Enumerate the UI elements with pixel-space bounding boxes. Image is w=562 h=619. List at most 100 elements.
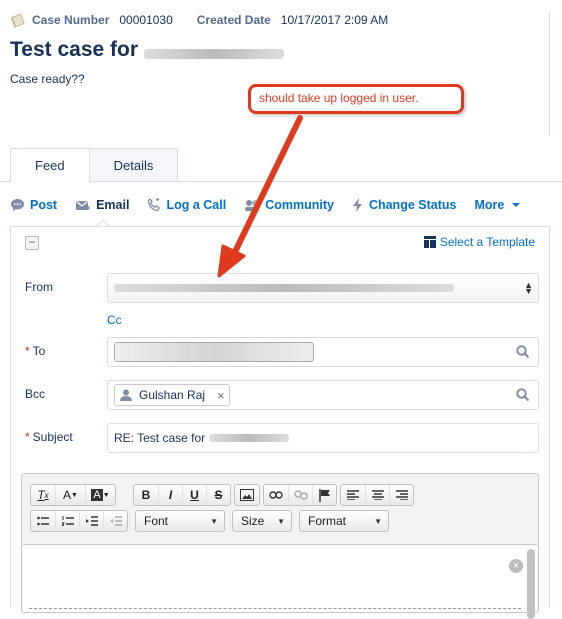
indent-icon[interactable] bbox=[79, 511, 103, 531]
recipient-name: Gulshan Raj bbox=[139, 388, 206, 402]
post-action[interactable]: Post bbox=[10, 198, 57, 212]
envelope-icon bbox=[76, 200, 91, 210]
size-dropdown[interactable]: Size ▼ bbox=[232, 510, 292, 532]
post-label: Post bbox=[30, 198, 58, 212]
close-icon[interactable]: × bbox=[509, 559, 523, 573]
chevron-down-icon: ▼ bbox=[277, 516, 285, 526]
unlink-icon[interactable] bbox=[288, 485, 312, 505]
strikethrough-icon[interactable]: S bbox=[206, 485, 230, 505]
tab-bar: Feed Details bbox=[10, 148, 179, 182]
chevron-down-icon: ▼ bbox=[210, 516, 218, 526]
log-call-label: Log a Call bbox=[166, 198, 227, 212]
font-dropdown[interactable]: Font ▼ bbox=[135, 510, 225, 532]
chat-icon bbox=[11, 199, 24, 211]
email-action[interactable]: Email bbox=[75, 198, 129, 212]
quote-divider bbox=[29, 608, 521, 610]
case-meta: Case Number 00001030 Created Date 10/17/… bbox=[10, 12, 412, 28]
community-label: Community bbox=[265, 198, 334, 212]
font-style-group: B I U S bbox=[133, 484, 231, 506]
chevron-down-icon bbox=[512, 203, 521, 207]
rich-text-editor: Tx A ▼ A ▼ B I U S Font ▼ Size ▼ Format … bbox=[21, 473, 539, 619]
select-arrows-icon: ▲ ▼ bbox=[524, 280, 533, 296]
publisher-actions: Post Email Log a Call Community Change S… bbox=[10, 198, 545, 212]
change-status-label: Change Status bbox=[368, 198, 457, 212]
numbered-list-icon[interactable] bbox=[55, 511, 79, 531]
phone-icon bbox=[148, 198, 161, 212]
remove-recipient-icon[interactable]: × bbox=[217, 388, 225, 403]
redacted-text bbox=[209, 434, 290, 442]
required-marker: * bbox=[25, 344, 30, 358]
page-title: Test case for bbox=[10, 38, 284, 62]
change-status-action[interactable]: Change Status bbox=[352, 198, 457, 212]
italic-icon[interactable]: I bbox=[158, 485, 182, 505]
underline-icon[interactable]: U bbox=[182, 485, 206, 505]
case-icon bbox=[10, 13, 25, 28]
redacted-text bbox=[144, 49, 284, 59]
editor-body[interactable]: × bbox=[23, 544, 537, 619]
align-center-icon[interactable] bbox=[365, 485, 389, 505]
subject-label: * Subject bbox=[25, 430, 73, 444]
case-description: Case ready?? bbox=[10, 72, 85, 86]
flag-icon[interactable] bbox=[312, 485, 336, 505]
to-label: * To bbox=[25, 344, 45, 358]
align-right-icon[interactable] bbox=[389, 485, 413, 505]
remove-format-icon[interactable]: Tx bbox=[31, 485, 55, 505]
list-group bbox=[30, 510, 128, 532]
size-dropdown-label: Size bbox=[241, 514, 265, 528]
template-icon bbox=[423, 236, 436, 248]
chevron-down-icon: ▼ bbox=[374, 516, 382, 526]
tab-details[interactable]: Details bbox=[89, 148, 179, 182]
editor-toolbar-row-2: Font ▼ Size ▼ Format ▼ bbox=[30, 510, 389, 532]
case-header: Case Number 00001030 Created Date 10/17/… bbox=[0, 0, 562, 138]
community-action[interactable]: Community bbox=[244, 198, 334, 212]
image-icon[interactable] bbox=[235, 485, 259, 505]
search-icon[interactable] bbox=[516, 345, 530, 359]
format-dropdown-label: Format bbox=[308, 514, 347, 528]
bcc-label: Bcc bbox=[25, 387, 46, 401]
align-left-icon[interactable] bbox=[341, 485, 365, 505]
case-number-label: Case Number bbox=[32, 13, 110, 27]
redacted-text bbox=[114, 284, 454, 292]
page-title-text: Test case for bbox=[10, 38, 138, 61]
annotation-callout: should take up logged in user. bbox=[248, 84, 464, 114]
background-color-icon[interactable]: A ▼ bbox=[85, 485, 115, 505]
more-action[interactable]: More bbox=[474, 198, 527, 212]
divider bbox=[549, 12, 550, 136]
subject-value: RE: Test case for bbox=[114, 431, 206, 445]
tab-feed[interactable]: Feed bbox=[10, 148, 90, 182]
more-label: More bbox=[474, 198, 505, 212]
user-icon bbox=[120, 389, 132, 401]
subject-input[interactable]: RE: Test case for bbox=[107, 423, 539, 453]
from-label: From bbox=[25, 280, 53, 294]
email-label: Email bbox=[96, 198, 130, 212]
select-template-link[interactable]: Select a Template bbox=[423, 235, 535, 249]
cc-link[interactable]: Cc bbox=[107, 313, 122, 327]
created-date: 10/17/2017 2:09 AM bbox=[280, 13, 389, 27]
lightning-icon bbox=[352, 198, 362, 212]
required-marker: * bbox=[25, 430, 30, 444]
editor-toolbar-row-1: Tx A ▼ A ▼ B I U S bbox=[30, 484, 414, 506]
format-dropdown[interactable]: Format ▼ bbox=[299, 510, 389, 532]
text-color-icon[interactable]: A ▼ bbox=[55, 485, 85, 505]
search-icon[interactable] bbox=[516, 388, 530, 402]
bcc-field[interactable]: Gulshan Raj × bbox=[107, 380, 539, 410]
created-date-label: Created Date bbox=[196, 13, 271, 27]
bulleted-list-icon[interactable] bbox=[31, 511, 55, 531]
insert-image-group bbox=[234, 484, 260, 506]
to-label-text: To bbox=[32, 344, 46, 358]
bold-icon[interactable]: B bbox=[134, 485, 158, 505]
case-number: 00001030 bbox=[119, 13, 173, 27]
link-group bbox=[263, 484, 337, 506]
log-call-action[interactable]: Log a Call bbox=[147, 198, 226, 212]
from-select[interactable]: ▲ ▼ bbox=[107, 273, 539, 303]
alignment-group bbox=[340, 484, 414, 506]
editor-scrollbar[interactable] bbox=[527, 549, 535, 619]
collapse-button[interactable]: − bbox=[25, 236, 39, 250]
link-icon[interactable] bbox=[264, 485, 288, 505]
community-icon bbox=[245, 200, 260, 211]
text-style-group: Tx A ▼ A ▼ bbox=[30, 484, 116, 506]
email-composer: − Select a Template From ▲ ▼ Cc * To Bcc G… bbox=[10, 226, 550, 619]
to-field[interactable] bbox=[107, 337, 539, 367]
outdent-icon[interactable] bbox=[103, 511, 127, 531]
font-dropdown-label: Font bbox=[144, 514, 169, 528]
